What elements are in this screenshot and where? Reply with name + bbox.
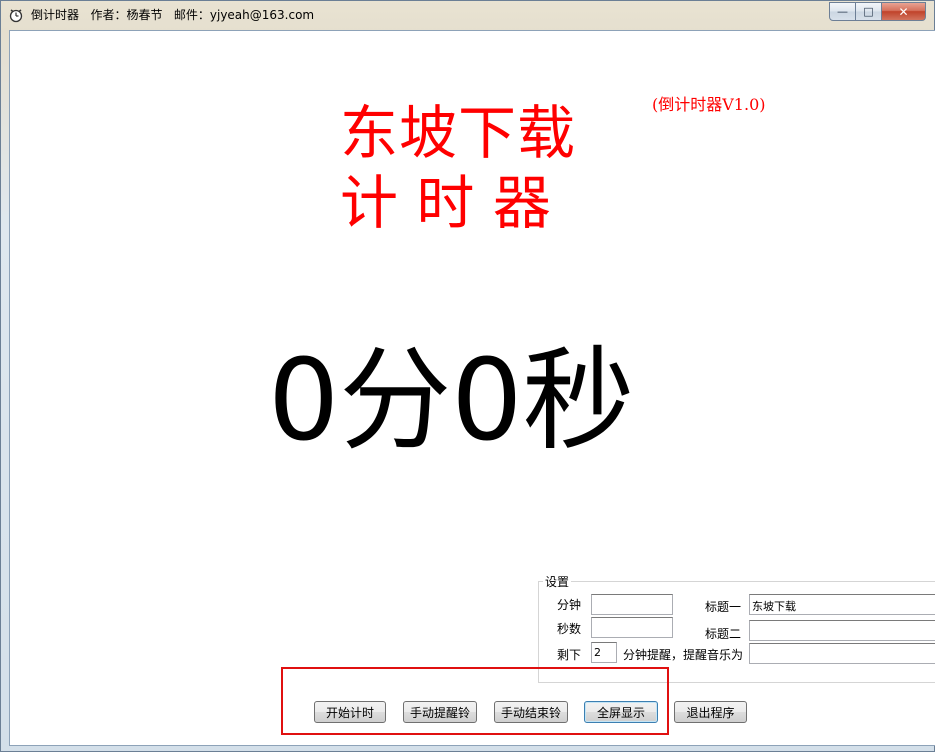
start-timer-button[interactable]: 开始计时: [314, 701, 386, 723]
title2-input[interactable]: [749, 620, 935, 641]
close-button[interactable]: ✕: [882, 2, 926, 21]
window-controls: — □ ✕: [829, 2, 926, 21]
app-window: 倒计时器 作者：杨春节 邮件：yjyeah@163.com — □ ✕ (倒计时…: [0, 0, 935, 752]
alarm-clock-icon: [9, 9, 23, 23]
seconds-label: 秒数: [557, 622, 582, 636]
title1-input[interactable]: 东坡下载: [749, 594, 935, 615]
minutes-input[interactable]: [591, 594, 673, 615]
manual-remind-button[interactable]: 手动提醒铃: [403, 701, 477, 723]
maximize-button[interactable]: □: [856, 2, 882, 21]
title-line-1: 东坡下载: [340, 99, 577, 167]
minutes-label: 分钟: [557, 598, 582, 612]
window-title: 倒计时器 作者：杨春节 邮件：yjyeah@163.com: [31, 8, 315, 22]
remaining-input[interactable]: 2: [591, 642, 617, 663]
title-line-2: 计 时 器: [340, 169, 551, 237]
title-bar[interactable]: 倒计时器 作者：杨春节 邮件：yjyeah@163.com — □ ✕: [1, 1, 934, 29]
client-area: (倒计时器V1.0) 东坡下载 计 时 器 0分0秒 设置 分钟 标题一 东坡下…: [9, 30, 935, 746]
minimize-icon: —: [837, 5, 848, 18]
seconds-input[interactable]: [591, 617, 673, 638]
manual-end-button[interactable]: 手动结束铃: [494, 701, 568, 723]
remaining-label: 剩下: [557, 648, 582, 662]
remind-music-label: 分钟提醒，提醒音乐为: [623, 648, 744, 662]
title1-label: 标题一: [705, 600, 742, 614]
minimize-button[interactable]: —: [829, 2, 856, 21]
version-label: (倒计时器V1.0): [652, 95, 766, 114]
countdown-display: 0分0秒: [268, 336, 635, 466]
exit-button[interactable]: 退出程序: [674, 701, 747, 723]
title2-label: 标题二: [705, 627, 742, 641]
maximize-icon: □: [863, 5, 874, 18]
close-icon: ✕: [898, 4, 909, 19]
settings-legend: 设置: [543, 573, 572, 590]
fullscreen-button[interactable]: 全屏显示: [584, 701, 658, 723]
music-input[interactable]: [749, 643, 935, 664]
